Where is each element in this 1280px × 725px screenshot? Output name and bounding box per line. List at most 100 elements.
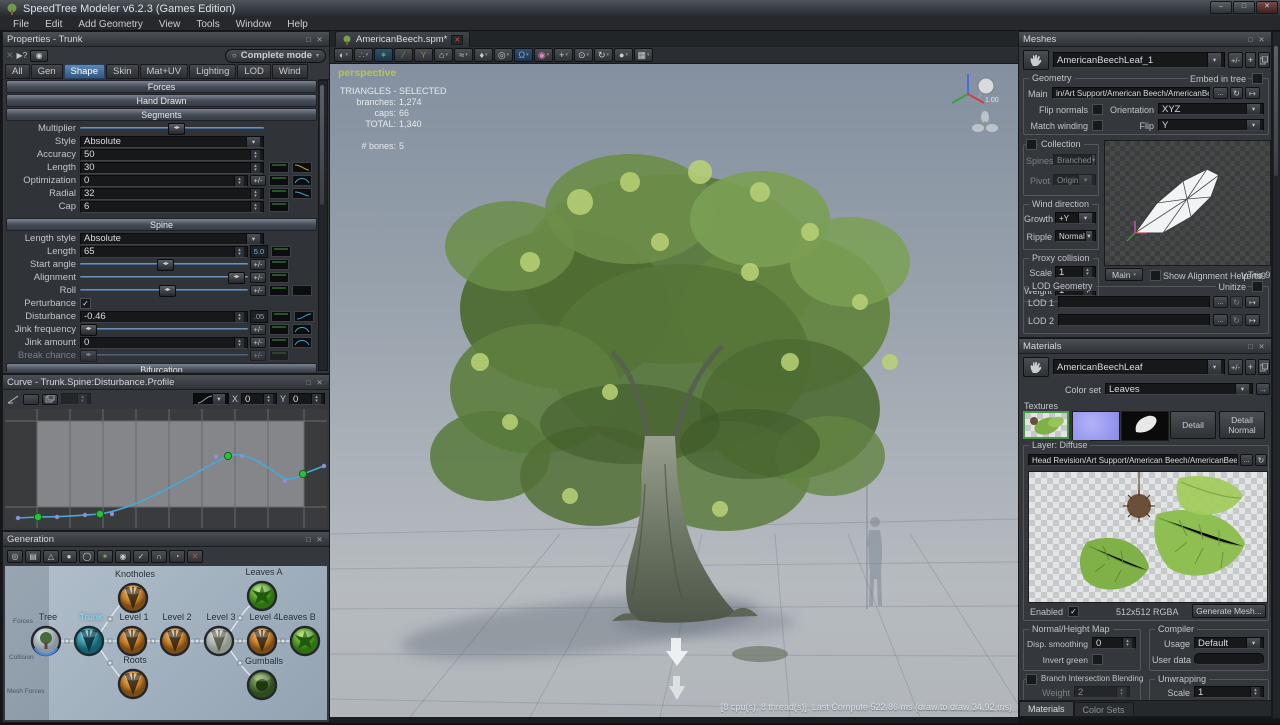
hand-drag-icon[interactable] [1023, 357, 1049, 377]
curve-preset-dropdown[interactable] [193, 393, 229, 405]
show-grass-icon[interactable]: ⁄ [394, 48, 413, 62]
unitize-checkbox[interactable] [1252, 281, 1263, 292]
spinner-icon[interactable] [77, 394, 87, 404]
close-panel-icon[interactable] [1256, 342, 1267, 351]
generate-mesh-button[interactable]: Generate Mesh... [1192, 604, 1266, 618]
detail-normal-texture-button[interactable]: Detail Normal [1219, 411, 1265, 439]
reload-icon[interactable]: ↻ [1255, 454, 1267, 466]
render-mode-icon[interactable]: ◐▾ [334, 48, 353, 62]
color-set-dropdown[interactable]: Leaves [1105, 383, 1253, 395]
variance-curve-thumb[interactable] [292, 188, 312, 199]
tangent-mode-icon[interactable] [7, 394, 20, 405]
spines-dropdown[interactable]: Branched [1053, 154, 1096, 166]
ripple-dropdown[interactable]: Normal [1055, 230, 1096, 242]
normal-texture-thumb[interactable] [1072, 411, 1120, 441]
show-people-icon[interactable]: ∴▾ [354, 48, 373, 62]
profile-curve-thumb[interactable] [271, 246, 291, 257]
pivot-dropdown[interactable]: Origin [1053, 174, 1096, 186]
cap-input[interactable]: 6 [80, 201, 264, 213]
bib-weight-input[interactable]: 2 [1074, 686, 1130, 698]
node-gumballs[interactable]: Gumballs [232, 656, 296, 666]
float-panel-icon[interactable] [303, 378, 314, 387]
profile-curve-thumb[interactable] [269, 201, 289, 212]
embed-checkbox[interactable] [1252, 73, 1263, 84]
menu-tools[interactable]: Tools [189, 19, 226, 30]
spinner-icon[interactable] [311, 394, 321, 404]
variance-curve-thumb[interactable] [292, 324, 312, 335]
profile-curve-thumb[interactable] [269, 162, 289, 173]
branch-intersection-checkbox[interactable] [1026, 674, 1037, 685]
disp-smoothing-input[interactable]: 0 [1092, 637, 1136, 649]
profile-curve-thumb[interactable] [269, 175, 289, 186]
add-remove-material-button[interactable]: +/- [1228, 359, 1243, 375]
flip-dropdown[interactable]: Y [1158, 119, 1264, 131]
value-badge[interactable]: 5.0 [250, 245, 268, 258]
spinner-icon[interactable] [234, 338, 244, 348]
collection-checkbox[interactable] [1026, 139, 1037, 150]
section-hand-drawn[interactable]: Hand Drawn [6, 94, 317, 107]
section-spine[interactable]: Spine [6, 218, 317, 231]
curve-editor-area[interactable] [5, 409, 327, 528]
plus-minus-button[interactable]: +/- [250, 272, 266, 283]
break-chance-slider[interactable] [80, 350, 248, 361]
user-data-field[interactable] [1194, 653, 1264, 665]
spinner-icon[interactable] [1250, 687, 1260, 697]
jink-amount-input[interactable]: 0 [80, 337, 248, 349]
lod1-path-field[interactable] [1058, 296, 1210, 308]
show-canopy-icon[interactable]: ⌂▾ [434, 48, 453, 62]
check-icon[interactable]: ✓ [133, 550, 149, 563]
tab-materials[interactable]: Materials [1019, 701, 1074, 716]
detail-texture-button[interactable]: Detail [1170, 411, 1216, 439]
hand-drag-icon[interactable] [1023, 50, 1049, 70]
tab-color-sets[interactable]: Color Sets [1074, 702, 1134, 716]
mesh-select-dropdown[interactable]: AmericanBeechLeaf_1 [1053, 52, 1225, 68]
flip-normals-checkbox[interactable] [1092, 104, 1103, 115]
tab-all[interactable]: All [5, 64, 30, 79]
close-panel-icon[interactable] [314, 35, 325, 44]
menu-window[interactable]: Window [229, 19, 279, 30]
add-mesh-button[interactable]: + [1245, 52, 1256, 68]
profile-curve-thumb[interactable] [269, 350, 289, 361]
float-panel-icon[interactable] [303, 535, 314, 544]
alpha-texture-thumb[interactable] [1121, 411, 1169, 441]
profile-curve-thumb[interactable] [271, 311, 291, 322]
duplicate-material-icon[interactable] [1258, 359, 1270, 375]
minimize-icon[interactable]: – [1210, 1, 1232, 14]
tab-lod[interactable]: LOD [237, 64, 271, 79]
menu-add-geometry[interactable]: Add Geometry [71, 19, 149, 30]
point-type-button[interactable] [23, 394, 39, 405]
sphere-view-icon[interactable]: ●▾ [614, 48, 633, 62]
variance-curve-thumb[interactable] [292, 337, 312, 348]
tab-gen[interactable]: Gen [31, 64, 63, 79]
close-panel-icon[interactable] [314, 378, 325, 387]
profile-curve-thumb[interactable] [269, 285, 289, 296]
wind-preview-icon[interactable]: ≈▾ [454, 48, 473, 62]
export-icon[interactable]: ↦ [1245, 296, 1260, 308]
plus-minus-button[interactable]: +/- [250, 259, 266, 270]
reload-icon[interactable]: ↻ [1230, 87, 1243, 99]
diffuse-path-field[interactable]: Head Revision/Art Support/American Beech… [1028, 454, 1238, 466]
spinner-icon[interactable] [1116, 687, 1126, 697]
add-node-icon[interactable]: △ [43, 550, 59, 563]
tab-shape[interactable]: Shape [64, 64, 105, 79]
alignment-slider[interactable] [80, 272, 248, 283]
spine-length-input[interactable]: 65 [80, 246, 248, 258]
style-dropdown[interactable]: Absolute [80, 136, 264, 148]
close-panel-icon[interactable] [314, 535, 325, 544]
mode-selector-button[interactable]: ○ Complete mode ▾ [225, 49, 326, 63]
length-style-dropdown[interactable]: Absolute [80, 233, 264, 245]
transform-tool-icon[interactable]: +▾ [554, 48, 573, 62]
material-select-dropdown[interactable]: AmericanBeechLeaf [1053, 359, 1225, 375]
y-input[interactable]: 0 [289, 393, 325, 405]
export-icon[interactable]: ↦ [1245, 314, 1260, 326]
browse-button[interactable]: ... [1213, 87, 1228, 99]
section-segments[interactable]: Segments [6, 108, 317, 121]
browse-button[interactable]: ... [1213, 314, 1228, 326]
tab-mat-uv[interactable]: Mat+UV [140, 64, 189, 79]
magnet-tool-icon[interactable]: Ω▾ [514, 48, 533, 62]
optimization-input[interactable]: 0 [80, 175, 248, 187]
browse-button[interactable]: ... [1213, 296, 1228, 308]
match-winding-checkbox[interactable] [1092, 120, 1103, 131]
variance-curve-thumb[interactable] [294, 311, 314, 322]
usage-dropdown[interactable]: Default [1194, 637, 1264, 649]
